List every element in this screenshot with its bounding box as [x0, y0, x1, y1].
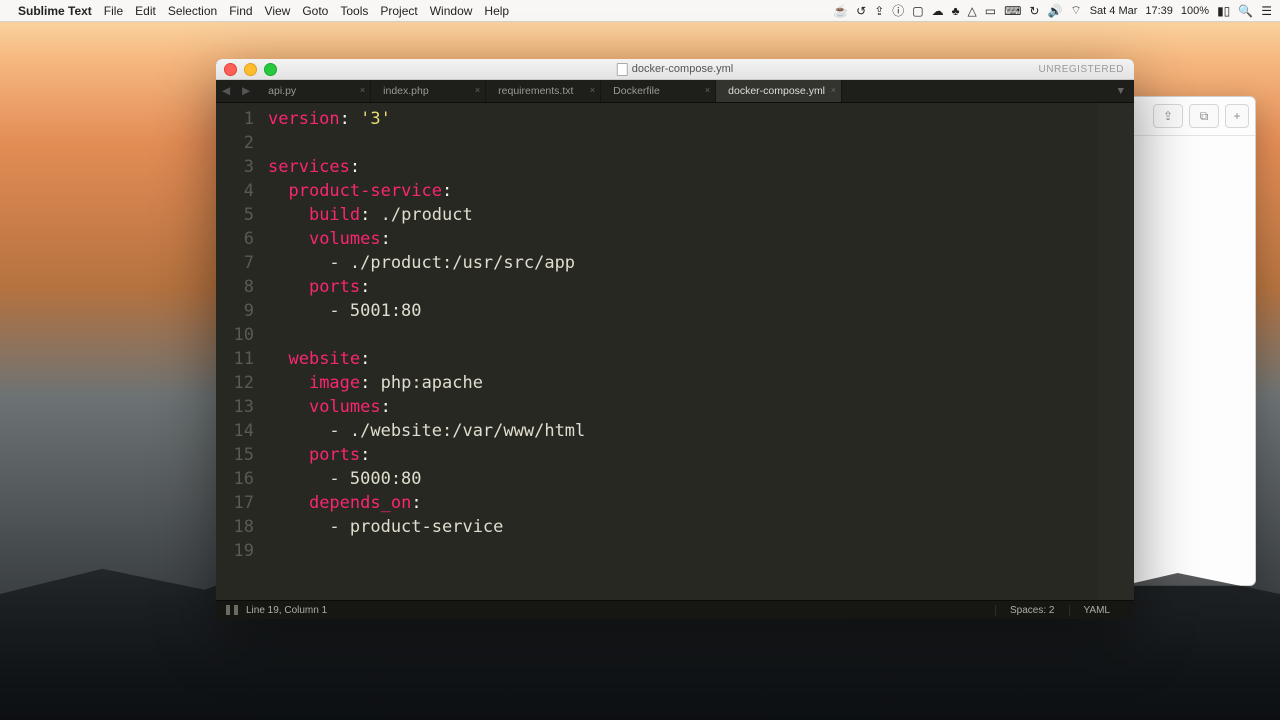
tab-label: Dockerfile: [613, 85, 660, 97]
code-line[interactable]: ports:: [268, 275, 1098, 299]
tab-strip: ◀ ▶ api.py×index.php×requirements.txt×Do…: [216, 80, 1134, 103]
menu-file[interactable]: File: [104, 4, 123, 18]
code-line[interactable]: services:: [268, 155, 1098, 179]
battery-percent: 100%: [1181, 5, 1209, 17]
tab-overflow-icon[interactable]: ▼: [1108, 80, 1134, 102]
layout-columns-icon[interactable]: [226, 605, 238, 615]
tab-label: api.py: [268, 85, 296, 97]
cloud-icon[interactable]: ☁: [932, 4, 944, 18]
keyboard-icon[interactable]: ⌨: [1004, 4, 1021, 18]
volume-icon[interactable]: 🔊: [1047, 4, 1062, 18]
indent-setting[interactable]: Spaces: 2: [995, 605, 1068, 616]
tab-Dockerfile[interactable]: Dockerfile ×: [601, 80, 716, 102]
tab-history-forward-icon[interactable]: ▶: [236, 80, 256, 102]
code-line[interactable]: volumes:: [268, 227, 1098, 251]
tab-close-icon[interactable]: ×: [360, 85, 365, 95]
code-line[interactable]: website:: [268, 347, 1098, 371]
tabs-icon[interactable]: ⧉: [1189, 104, 1219, 128]
timemachine-icon[interactable]: ↻: [1029, 4, 1039, 18]
tab-close-icon[interactable]: ×: [705, 85, 710, 95]
minimap[interactable]: [1098, 103, 1134, 600]
code-line[interactable]: depends_on:: [268, 491, 1098, 515]
menubar-status: ☕ ↺ ⇪ ⓘ ▢ ☁ ♣ △ ▭ ⌨ ↻ 🔊 ⌔ Sat 4 Mar 17:3…: [833, 2, 1272, 19]
minimize-icon[interactable]: [244, 63, 257, 76]
editor-area[interactable]: 12345678910111213141516171819 version: '…: [216, 103, 1134, 600]
tab-label: docker-compose.yml: [728, 85, 825, 97]
code-line[interactable]: ports:: [268, 443, 1098, 467]
menu-project[interactable]: Project: [380, 4, 417, 18]
code-line[interactable]: - 5001:80: [268, 299, 1098, 323]
add-tab-icon[interactable]: +: [1225, 104, 1249, 128]
code-line[interactable]: [268, 131, 1098, 155]
unregistered-label: UNREGISTERED: [1039, 64, 1124, 75]
menubar-date[interactable]: Sat 4 Mar: [1090, 5, 1138, 17]
display-icon[interactable]: ▭: [985, 4, 996, 18]
tab-index-php[interactable]: index.php ×: [371, 80, 486, 102]
code-line[interactable]: [268, 539, 1098, 563]
menu-selection[interactable]: Selection: [168, 4, 217, 18]
code-line[interactable]: - 5000:80: [268, 467, 1098, 491]
menu-window[interactable]: Window: [430, 4, 473, 18]
box-icon[interactable]: ▢: [912, 4, 923, 18]
spotlight-icon[interactable]: 🔍: [1238, 4, 1253, 18]
code-line[interactable]: - ./website:/var/www/html: [268, 419, 1098, 443]
notification-center-icon[interactable]: ☰: [1261, 4, 1272, 18]
dropbox-icon[interactable]: ⇪: [874, 4, 884, 18]
tab-close-icon[interactable]: ×: [831, 85, 836, 95]
coffee-icon[interactable]: ☕: [833, 4, 848, 18]
battery-icon[interactable]: ▮▯: [1217, 4, 1230, 18]
tab-close-icon[interactable]: ×: [475, 85, 480, 95]
zoom-icon[interactable]: [264, 63, 277, 76]
menu-help[interactable]: Help: [484, 4, 509, 18]
wifi-icon[interactable]: ⌔: [1070, 3, 1081, 18]
tab-history-back-icon[interactable]: ◀: [216, 80, 236, 102]
menu-tools[interactable]: Tools: [340, 4, 368, 18]
menubar-time[interactable]: 17:39: [1145, 5, 1173, 17]
code-line[interactable]: version: '3': [268, 107, 1098, 131]
tab-close-icon[interactable]: ×: [590, 85, 595, 95]
tab-requirements-txt[interactable]: requirements.txt ×: [486, 80, 601, 102]
sublime-window: docker-compose.yml UNREGISTERED ◀ ▶ api.…: [216, 59, 1134, 619]
menu-find[interactable]: Find: [229, 4, 252, 18]
menu-view[interactable]: View: [265, 4, 291, 18]
tab-label: requirements.txt: [498, 85, 573, 97]
code-line[interactable]: [268, 323, 1098, 347]
code-line[interactable]: product-service:: [268, 179, 1098, 203]
macos-menubar: Sublime Text File Edit Selection Find View Go…: [0, 0, 1280, 22]
code-line[interactable]: build: ./product: [268, 203, 1098, 227]
code-line[interactable]: image: php:apache: [268, 371, 1098, 395]
menu-edit[interactable]: Edit: [135, 4, 156, 18]
window-titlebar[interactable]: docker-compose.yml UNREGISTERED: [216, 59, 1134, 80]
window-title: docker-compose.yml: [632, 63, 733, 75]
menu-goto[interactable]: Goto: [302, 4, 328, 18]
syntax-setting[interactable]: YAML: [1069, 605, 1125, 616]
app-name[interactable]: Sublime Text: [18, 4, 92, 18]
code-line[interactable]: volumes:: [268, 395, 1098, 419]
sync-icon[interactable]: ↺: [856, 4, 866, 18]
file-icon: [617, 63, 628, 76]
status-bar: Line 19, Column 1 Spaces: 2 YAML: [216, 600, 1134, 619]
tab-docker-compose-yml[interactable]: docker-compose.yml ×: [716, 80, 842, 102]
code-line[interactable]: - product-service: [268, 515, 1098, 539]
tab-label: index.php: [383, 85, 429, 97]
share-icon[interactable]: ⇪: [1153, 104, 1183, 128]
line-number-gutter: 12345678910111213141516171819: [216, 103, 262, 600]
tab-api-py[interactable]: api.py ×: [256, 80, 371, 102]
info-icon[interactable]: ⓘ: [892, 2, 904, 19]
code-content[interactable]: version: '3' services: product-service: …: [262, 103, 1098, 600]
drop-icon[interactable]: ♣: [952, 4, 960, 18]
triangle-icon[interactable]: △: [968, 4, 977, 18]
cursor-position[interactable]: Line 19, Column 1: [246, 605, 327, 616]
code-line[interactable]: - ./product:/usr/src/app: [268, 251, 1098, 275]
desktop: Sublime Text File Edit Selection Find View Go…: [0, 0, 1280, 720]
close-icon[interactable]: [224, 63, 237, 76]
